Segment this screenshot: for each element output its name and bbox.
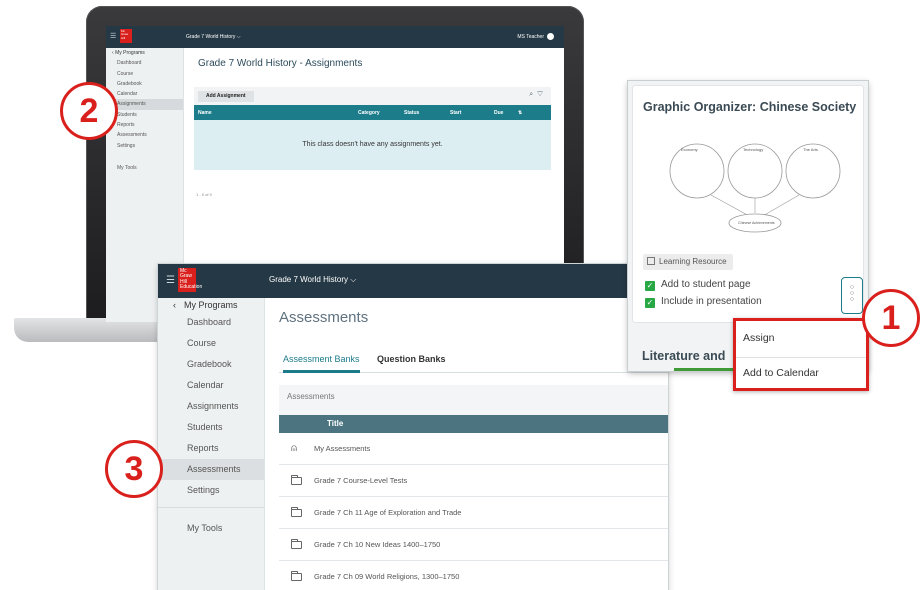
check-icon: ✓: [645, 298, 655, 308]
back-to-programs-link[interactable]: ‹ My Programs: [106, 48, 183, 58]
back-to-programs-link[interactable]: ‹ My Programs: [158, 298, 264, 312]
sidebar-item-assignments[interactable]: Assignments: [158, 396, 264, 417]
more-options-icon[interactable]: ○ ○ ○: [841, 277, 863, 314]
sidebar: ‹ My Programs Dashboard Course Gradebook …: [158, 298, 265, 590]
folder-icon: [291, 571, 302, 581]
graphic-organizer-thumbnail: Economy Technology The Arts Chinese Achi…: [669, 143, 841, 233]
list-item[interactable]: Grade 7 Ch 11 Age of Exploration and Tra…: [279, 497, 668, 529]
sidebar-item-settings[interactable]: Settings: [158, 480, 264, 501]
add-to-student-page-checkbox[interactable]: ✓ Add to student page: [645, 279, 751, 293]
sidebar-item-reports[interactable]: Reports: [106, 120, 183, 130]
list-item-label[interactable]: Grade 7 Course-Level Tests: [314, 476, 407, 485]
sidebar-item-my-tools[interactable]: My Tools: [158, 518, 264, 539]
list-item[interactable]: ⍝ My Assessments: [279, 433, 668, 465]
include-in-presentation-checkbox[interactable]: ✓ Include in presentation: [645, 296, 762, 310]
top-bar: ☰ Mc Graw Hill Grade 7 World History ⌵ M…: [106, 26, 564, 48]
tab-bar: Assessment Banks Question Banks: [279, 348, 668, 373]
tab-question-banks[interactable]: Question Banks: [377, 348, 446, 373]
card-title[interactable]: Graphic Organizer: Chinese Society: [643, 100, 856, 114]
page-title: Grade 7 World History - Assignments: [198, 58, 363, 69]
list-item[interactable]: Grade 7 Ch 10 New Ideas 1400–1750: [279, 529, 668, 561]
sidebar-item-dashboard[interactable]: Dashboard: [158, 312, 264, 333]
step-3-badge: 3: [105, 440, 163, 498]
panel-title: Assessments: [287, 392, 335, 401]
assessments-window: ☰ Mc Graw Hill Education Grade 7 World H…: [158, 264, 668, 590]
column-name[interactable]: Name: [198, 110, 212, 116]
step-1-badge: 1: [862, 289, 920, 347]
sidebar-item-gradebook[interactable]: Gradebook: [158, 354, 264, 375]
organizer-label: Economy: [681, 147, 698, 152]
list-item[interactable]: Grade 7 Ch 09 World Religions, 1300–1750: [279, 561, 668, 590]
sidebar-item-calendar[interactable]: Calendar: [106, 89, 183, 99]
sidebar-item-reports[interactable]: Reports: [158, 438, 264, 459]
list-item[interactable]: Grade 7 Course-Level Tests: [279, 465, 668, 497]
brand-logo: Mc Graw Hill: [120, 29, 132, 43]
sidebar-item-calendar[interactable]: Calendar: [158, 375, 264, 396]
list-item-label[interactable]: Grade 7 Ch 09 World Religions, 1300–1750: [314, 572, 459, 581]
chevron-left-icon: ‹: [173, 300, 176, 310]
sort-icon[interactable]: ⇅: [518, 110, 522, 116]
table-header: Title: [279, 415, 668, 433]
table-header: Name Category Status Start Due ⇅: [194, 105, 551, 120]
folder-icon: [291, 507, 302, 517]
brand-logo: Mc Graw Hill Education: [178, 268, 203, 292]
organizer-label: Technology: [743, 147, 763, 152]
page-title: Assessments: [279, 309, 369, 326]
course-selector[interactable]: Grade 7 World History ⌵: [186, 34, 241, 40]
column-status[interactable]: Status: [404, 110, 419, 116]
organizer-label: Chinese Achievements: [738, 221, 775, 225]
sidebar-item-course[interactable]: Course: [106, 69, 183, 79]
next-card-title[interactable]: Literature and: [642, 349, 725, 363]
hamburger-menu-icon[interactable]: ☰: [166, 275, 175, 286]
menu-item-assign[interactable]: Assign: [743, 332, 775, 344]
toolbar: Add Assignment ⌕▽: [194, 87, 551, 105]
list-item-label[interactable]: Grade 7 Ch 10 New Ideas 1400–1750: [314, 540, 440, 549]
folder-icon: [291, 539, 302, 549]
column-title[interactable]: Title: [327, 419, 343, 428]
sidebar-item-dashboard[interactable]: Dashboard: [106, 58, 183, 68]
sidebar-item-gradebook[interactable]: Gradebook: [106, 79, 183, 89]
avatar[interactable]: [547, 33, 554, 40]
pagination-count: 1 - 0 of 0: [196, 192, 212, 197]
search-icon[interactable]: ⌕: [529, 91, 537, 98]
check-icon: ✓: [645, 281, 655, 291]
step-2-badge: 2: [60, 82, 118, 140]
menu-divider: [736, 357, 866, 358]
add-assignment-button[interactable]: Add Assignment: [198, 91, 254, 102]
sidebar-item-assessments[interactable]: Assessments: [158, 459, 264, 480]
list-item-label[interactable]: My Assessments: [314, 444, 370, 453]
organizer-label: The Arts: [803, 147, 818, 152]
filter-icon[interactable]: ▽: [537, 91, 547, 98]
sidebar-divider: [158, 507, 264, 508]
course-selector[interactable]: Grade 7 World History ⌵: [269, 275, 356, 285]
empty-state-message: This class doesn't have any assignments …: [194, 120, 551, 170]
sidebar-item-my-tools[interactable]: My Tools: [106, 163, 183, 173]
user-name[interactable]: MS Teacher: [517, 34, 544, 40]
column-due[interactable]: Due: [494, 110, 503, 116]
book-icon: [647, 257, 655, 265]
toolbar-icons: ⌕▽: [529, 91, 547, 99]
resource-type-badge: Learning Resource: [643, 254, 733, 270]
sidebar-item-assessments[interactable]: Assessments: [106, 130, 183, 140]
sidebar-item-course[interactable]: Course: [158, 333, 264, 354]
top-bar: ☰ Mc Graw Hill Education Grade 7 World H…: [158, 264, 668, 298]
list-item-label[interactable]: Grade 7 Ch 11 Age of Exploration and Tra…: [314, 508, 461, 517]
resource-card[interactable]: Graphic Organizer: Chinese Society Econo…: [632, 85, 864, 323]
assessment-list: ⍝ My Assessments Grade 7 Course-Level Te…: [279, 433, 668, 590]
sidebar-item-settings[interactable]: Settings: [106, 141, 183, 151]
user-icon: ⍝: [291, 443, 297, 454]
card-action-menu: Assign Add to Calendar: [733, 318, 869, 391]
folder-icon: [291, 475, 302, 485]
tab-assessment-banks[interactable]: Assessment Banks: [283, 348, 360, 373]
sidebar-item-students[interactable]: Students: [158, 417, 264, 438]
hamburger-menu-icon[interactable]: ☰: [110, 33, 116, 40]
menu-item-add-to-calendar[interactable]: Add to Calendar: [743, 367, 819, 379]
column-category[interactable]: Category: [358, 110, 380, 116]
column-start[interactable]: Start: [450, 110, 461, 116]
